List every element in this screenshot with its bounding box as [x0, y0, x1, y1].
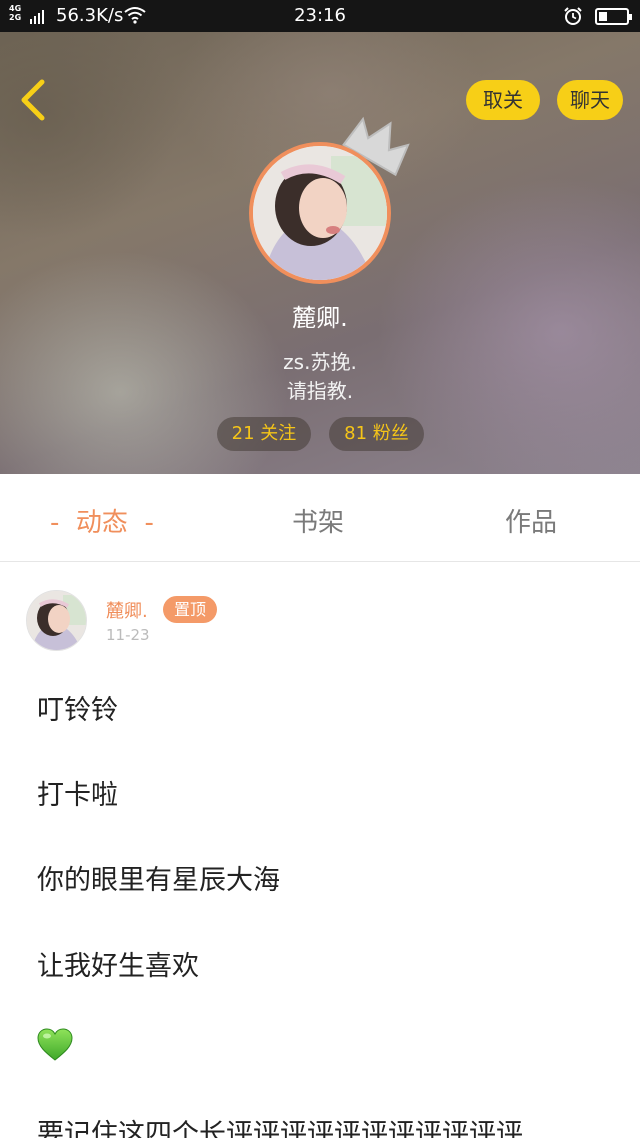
battery-icon [595, 8, 632, 25]
green-heart-icon [37, 1028, 73, 1066]
battery-level [599, 12, 607, 21]
tab-shujia[interactable]: 书架 [292, 502, 344, 539]
post-text-line: 你的眼里有星辰大海 [37, 865, 280, 896]
post-text-line: 让我好生喜欢 [37, 951, 199, 982]
status-bar: 4G 2G 56.3K/s 23:16 [0, 0, 640, 32]
alarm-icon [563, 6, 583, 31]
tab-zuopin[interactable]: 作品 [505, 502, 557, 539]
avatar[interactable] [249, 142, 391, 284]
chevron-left-icon [21, 79, 45, 121]
unfollow-button[interactable]: 取关 [466, 80, 540, 120]
post-text-line: 要记住这四个长评评评评评评评评评评评 [37, 1119, 523, 1138]
followers-count[interactable]: 81 粉丝 [329, 417, 424, 451]
post-author-avatar[interactable] [26, 590, 87, 651]
pinned-badge: 置顶 [163, 596, 217, 623]
post-text-line: 打卡啦 [37, 780, 118, 811]
back-button[interactable] [14, 78, 54, 122]
post-date: 11-23 [106, 626, 150, 644]
profile-header: 取关 聊天 麓卿. zs.苏挽. 请指教. 21 关注 81 粉丝 [0, 32, 640, 474]
profile-bio-line-2: 请指教. [286, 379, 354, 403]
chat-button[interactable]: 聊天 [557, 80, 623, 120]
tab-dongtai[interactable]: - 动态 - [50, 502, 154, 539]
clock: 23:16 [294, 5, 346, 26]
profile-bio-line-1: zs.苏挽. [283, 350, 357, 374]
post-author-name[interactable]: 麓卿. [106, 597, 148, 623]
post-text-line: 叮铃铃 [37, 695, 118, 726]
profile-nickname: 麓卿. [292, 304, 348, 332]
profile-tabs: - 动态 - 书架 作品 [0, 474, 640, 562]
following-count[interactable]: 21 关注 [217, 417, 311, 451]
